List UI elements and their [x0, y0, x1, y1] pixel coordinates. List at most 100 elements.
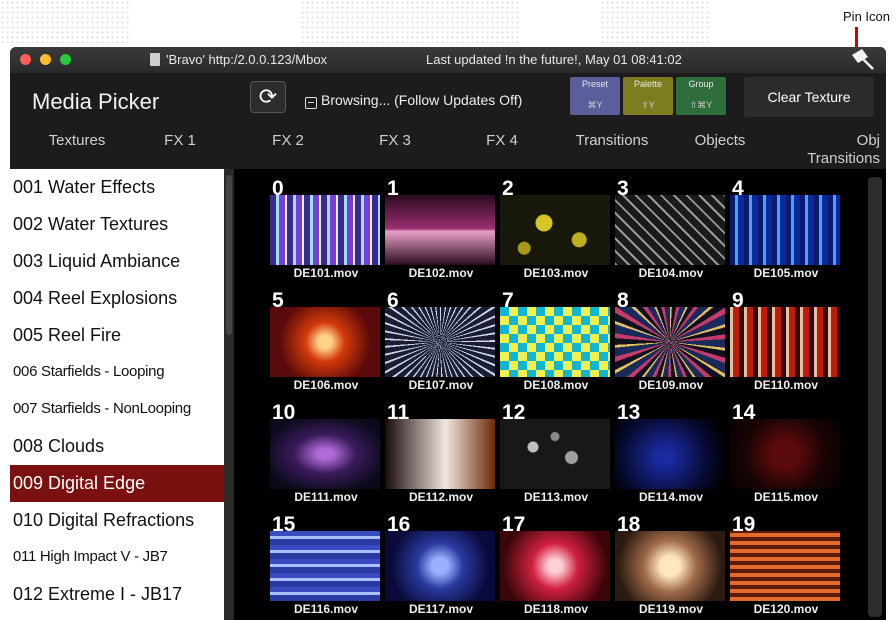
- thumbnail-index: 0: [272, 177, 284, 200]
- category-item[interactable]: 007 Starfields - NonLooping: [10, 391, 224, 428]
- media-thumbnail[interactable]: 16 DE117.mov: [385, 513, 497, 620]
- media-thumbnail[interactable]: 1 DE102.mov: [385, 177, 497, 290]
- media-thumbnail[interactable]: 6 DE107.mov: [385, 289, 497, 402]
- thumbnail-image: [270, 419, 380, 489]
- category-item[interactable]: 011 High Impact V - JB7: [10, 539, 224, 576]
- thumbnail-filename: DE108.mov: [523, 378, 589, 392]
- media-thumbnail[interactable]: 12 DE113.mov: [500, 401, 612, 514]
- category-item[interactable]: 005 Reel Fire: [10, 317, 224, 354]
- media-thumbnail[interactable]: 11 DE112.mov: [385, 401, 497, 514]
- media-thumbnail[interactable]: 3 DE104.mov: [615, 177, 727, 290]
- zoom-window-button[interactable]: [60, 54, 71, 65]
- tab-fx-2[interactable]: FX 2: [258, 132, 318, 150]
- tab-fx-1[interactable]: FX 1: [150, 132, 210, 150]
- close-window-button[interactable]: [20, 54, 31, 65]
- thumbnail-image: [500, 195, 610, 265]
- background-dot-pattern: [300, 0, 520, 46]
- media-thumbnail[interactable]: 17 DE118.mov: [500, 513, 612, 620]
- thumbnail-image: [730, 307, 840, 377]
- thumbnail-index: 13: [617, 401, 641, 424]
- thumbnail-index: 12: [502, 401, 526, 424]
- tab-fx-4[interactable]: FX 4: [472, 132, 532, 150]
- category-item[interactable]: 001 Water Effects: [10, 169, 224, 206]
- thumbnail-filename: DE103.mov: [523, 266, 589, 280]
- palette-label: Palette: [633, 79, 663, 89]
- media-thumbnail-grid: 0 DE101.mov 1 DE102.mov 2 DE103.mov 3 DE104.mov…: [234, 169, 886, 620]
- media-thumbnail[interactable]: 9 DE110.mov: [730, 289, 842, 402]
- media-thumbnail[interactable]: 8 DE109.mov: [615, 289, 727, 402]
- media-thumbnail[interactable]: 4 DE105.mov: [730, 177, 842, 290]
- media-thumbnail[interactable]: 2 DE103.mov: [500, 177, 612, 290]
- media-thumbnail[interactable]: 10 DE111.mov: [270, 401, 382, 514]
- refresh-button[interactable]: ⟳: [250, 81, 286, 113]
- tab-fx-3[interactable]: FX 3: [365, 132, 425, 150]
- follow-updates-checkbox[interactable]: [305, 97, 317, 109]
- media-thumbnail[interactable]: 13 DE114.mov: [615, 401, 727, 514]
- category-item[interactable]: 004 Reel Explosions: [10, 280, 224, 317]
- media-thumbnail[interactable]: 7 DE108.mov: [500, 289, 612, 402]
- category-list-scrollbar[interactable]: [224, 169, 234, 620]
- thumbnail-image: [615, 419, 725, 489]
- thumbnail-index: 3: [617, 177, 629, 200]
- thumbnail-filename: DE104.mov: [638, 266, 704, 280]
- palette-button[interactable]: Palette ⇧Y: [623, 77, 673, 115]
- media-thumbnail[interactable]: 18 DE119.mov: [615, 513, 727, 620]
- thumbnail-grid-scrollbar[interactable]: [868, 177, 882, 617]
- thumbnail-index: 4: [732, 177, 744, 200]
- scrollbar-thumb[interactable]: [226, 175, 232, 335]
- preset-button[interactable]: Preset ⌘Y: [570, 77, 620, 115]
- thumbnail-image: [500, 307, 610, 377]
- tab-obj-transitions[interactable]: Obj Transitions: [780, 132, 880, 168]
- clear-texture-button[interactable]: Clear Texture: [744, 77, 874, 117]
- category-item[interactable]: 006 Starfields - Looping: [10, 354, 224, 391]
- thumbnail-filename: DE112.mov: [408, 490, 474, 504]
- thumbnail-filename: DE110.mov: [753, 378, 819, 392]
- thumbnail-index: 16: [387, 513, 411, 536]
- document-icon: [150, 53, 160, 66]
- category-item[interactable]: 012 Extreme I - JB17: [10, 576, 224, 613]
- thumbnail-index: 9: [732, 289, 744, 312]
- thumbnail-filename: DE114.mov: [638, 490, 704, 504]
- thumbnail-index: 10: [272, 401, 296, 424]
- group-shortcut: ⇧⌘Y: [689, 100, 713, 110]
- category-item-selected[interactable]: 009 Digital Edge: [10, 465, 224, 502]
- media-thumbnail[interactable]: 14 DE115.mov: [730, 401, 842, 514]
- thumbnail-image: [730, 195, 840, 265]
- thumbnail-image: [730, 419, 840, 489]
- category-item[interactable]: 008 Clouds: [10, 428, 224, 465]
- tab-objects[interactable]: Objects: [682, 132, 758, 150]
- thumbnail-filename: DE101.mov: [293, 266, 359, 280]
- thumbnail-image: [385, 307, 495, 377]
- app-title: Media Picker: [32, 89, 160, 114]
- thumbnail-filename: DE115.mov: [753, 490, 819, 504]
- thumbnail-index: 7: [502, 289, 514, 312]
- pin-icon-callout: Pin Icon: [843, 9, 890, 24]
- thumbnail-image: [270, 195, 380, 265]
- minimize-window-button[interactable]: [40, 54, 51, 65]
- tab-textures[interactable]: Textures: [32, 132, 122, 150]
- thumbnail-image: [270, 307, 380, 377]
- thumbnail-index: 11: [387, 401, 410, 424]
- media-thumbnail[interactable]: 5 DE106.mov: [270, 289, 382, 402]
- thumbnail-index: 18: [617, 513, 641, 536]
- background-dot-pattern: [600, 0, 710, 46]
- preset-shortcut: ⌘Y: [587, 100, 603, 110]
- media-picker-window: 'Bravo' http:/2.0.0.123/Mbox Last update…: [10, 47, 886, 620]
- thumbnail-index: 6: [387, 289, 399, 312]
- category-item[interactable]: 010 Digital Refractions: [10, 502, 224, 539]
- media-thumbnail[interactable]: 15 DE116.mov: [270, 513, 382, 620]
- thumbnail-index: 2: [502, 177, 514, 200]
- thumbnail-image: [615, 195, 725, 265]
- thumbnail-filename: DE111.mov: [294, 490, 358, 504]
- pin-icon[interactable]: [846, 49, 876, 71]
- group-button[interactable]: Group ⇧⌘Y: [676, 77, 726, 115]
- group-label: Group: [688, 79, 714, 89]
- category-item[interactable]: 003 Liquid Ambiance: [10, 243, 224, 280]
- media-thumbnail[interactable]: 0 DE101.mov: [270, 177, 382, 290]
- category-item[interactable]: 002 Water Textures: [10, 206, 224, 243]
- thumbnail-filename: DE118.mov: [523, 602, 589, 616]
- tab-transitions[interactable]: Transitions: [562, 132, 662, 150]
- thumbnail-image: [500, 419, 610, 489]
- thumbnail-index: 1: [387, 177, 399, 200]
- media-thumbnail[interactable]: 19 DE120.mov: [730, 513, 842, 620]
